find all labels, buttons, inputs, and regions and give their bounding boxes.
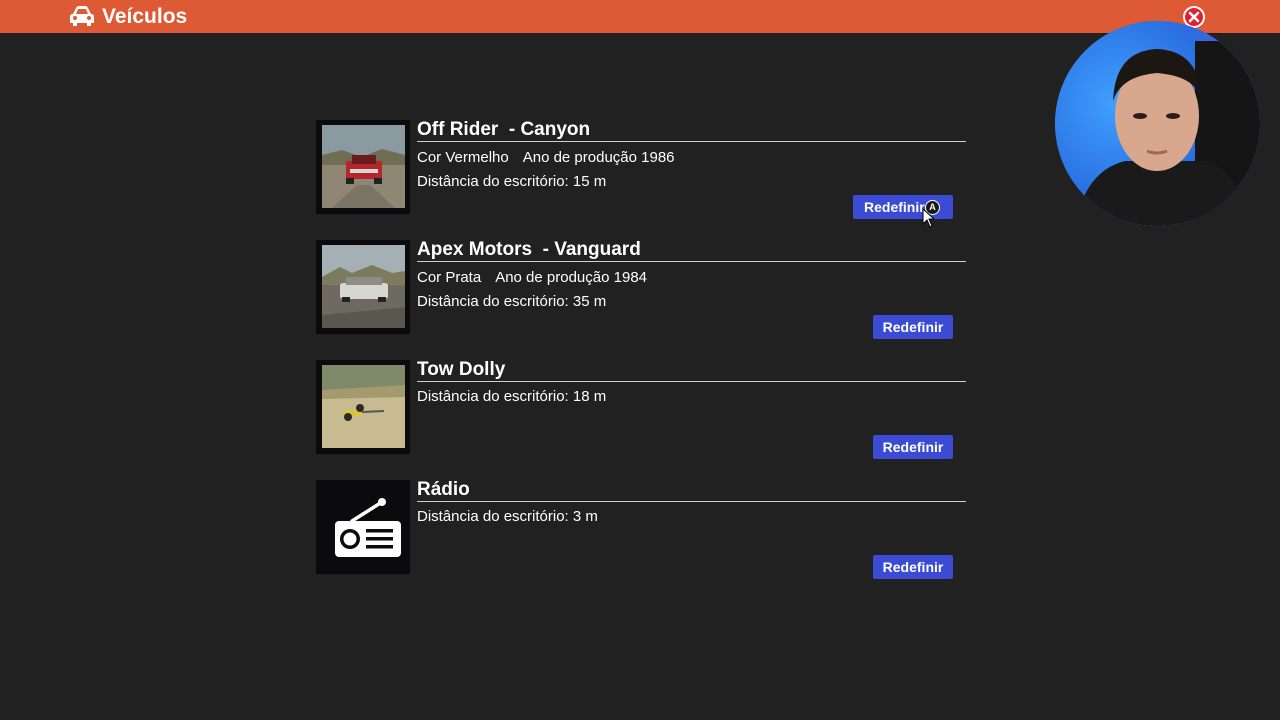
reset-button[interactable]: Redefinir A [853, 195, 953, 219]
title-bar: Veículos [0, 0, 1280, 33]
vehicle-year: Ano de produção 1986 [522, 149, 675, 166]
vehicle-distance: Distância do escritório: 3 m [417, 508, 598, 525]
list-item: Apex Motors - Vanguard Cor Prata Ano de p… [316, 238, 976, 339]
vehicle-distance: Distância do escritório: 35 m [417, 293, 607, 310]
webcam-overlay [1055, 21, 1260, 226]
tow-dolly-photo [322, 365, 405, 448]
vehicle-thumbnail [316, 240, 410, 334]
vehicle-name: Rádio [417, 478, 966, 502]
vehicle-distance: Distância do escritório: 18 m [417, 388, 607, 405]
reset-button[interactable]: Redefinir [873, 555, 953, 579]
car-icon [70, 6, 94, 26]
reset-button[interactable]: Redefinir [873, 435, 953, 459]
vehicle-color: Cor Prata [417, 269, 482, 286]
vehicle-details: Cor Vermelho Ano de produção 1986 [417, 149, 689, 167]
vehicle-name: Off Rider - Canyon [417, 118, 966, 142]
vehicle-distance: Distância do escritório: 15 m [417, 173, 607, 190]
vehicle-thumbnail [316, 360, 410, 454]
silver-car-photo [322, 245, 405, 328]
reset-button-label: Redefinir [864, 199, 925, 215]
red-truck-photo [322, 125, 405, 208]
list-item: Rádio Distância do escritório: 3 m Redef… [316, 478, 976, 579]
vehicle-name: Tow Dolly [417, 358, 966, 382]
reset-button[interactable]: Redefinir [873, 315, 953, 339]
vehicle-color: Cor Vermelho [417, 149, 509, 166]
vehicle-thumbnail [316, 480, 410, 574]
page-title: Veículos [102, 5, 188, 28]
vehicle-thumbnail [316, 120, 410, 214]
radio-icon [322, 485, 405, 568]
list-item: Tow Dolly Distância do escritório: 18 m … [316, 358, 976, 459]
list-item: Off Rider - Canyon Cor Vermelho Ano de pr… [316, 118, 976, 219]
mouse-cursor-icon [922, 208, 936, 228]
vehicle-details: Cor Prata Ano de produção 1984 [417, 269, 661, 287]
vehicle-name: Apex Motors - Vanguard [417, 238, 966, 262]
vehicle-year: Ano de produção 1984 [495, 269, 647, 286]
